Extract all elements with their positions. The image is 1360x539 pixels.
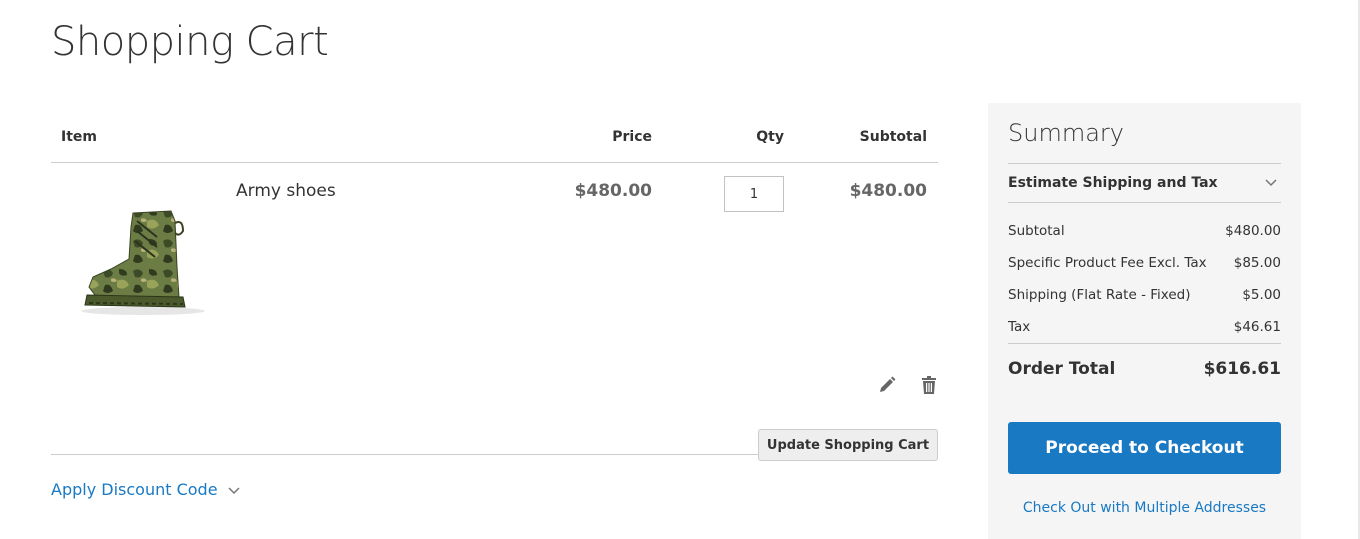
product-name[interactable]: Army shoes <box>236 181 336 201</box>
apply-discount-toggle[interactable]: Apply Discount Code <box>51 480 240 499</box>
qty-input[interactable] <box>724 176 784 212</box>
totals-value: $85.00 <box>1233 255 1281 271</box>
apply-discount-label: Apply Discount Code <box>51 480 218 499</box>
column-header-price: Price <box>612 129 652 145</box>
column-header-subtotal: Subtotal <box>859 129 927 145</box>
summary-divider <box>1008 202 1281 203</box>
order-total: Order Total $616.61 <box>1008 359 1281 379</box>
update-cart-button[interactable]: Update Shopping Cart <box>758 429 938 461</box>
order-total-value: $616.61 <box>1203 359 1281 379</box>
totals-label: Subtotal <box>1008 223 1065 239</box>
summary-title: Summary <box>1008 119 1124 147</box>
totals-label: Tax <box>1008 319 1031 335</box>
column-header-qty: Qty <box>756 129 784 145</box>
summary-divider <box>1008 343 1281 344</box>
totals-row-subtotal: Subtotal $480.00 <box>1008 223 1281 239</box>
army-boot-image[interactable] <box>71 207 216 323</box>
trash-icon[interactable] <box>919 375 939 395</box>
proceed-to-checkout-button[interactable]: Proceed to Checkout <box>1008 422 1281 474</box>
estimate-shipping-toggle[interactable]: Estimate Shipping and Tax <box>1008 164 1281 202</box>
totals-label: Shipping (Flat Rate - Fixed) <box>1008 287 1191 303</box>
pencil-icon[interactable] <box>877 375 897 395</box>
totals-value: $480.00 <box>1225 223 1281 239</box>
totals-value: $5.00 <box>1242 287 1281 303</box>
item-subtotal: $480.00 <box>849 181 927 201</box>
order-summary: Summary Estimate Shipping and Tax Subtot… <box>988 103 1301 539</box>
totals-row-fee: Specific Product Fee Excl. Tax $85.00 <box>1008 255 1281 271</box>
page-title: Shopping Cart <box>51 19 329 65</box>
order-total-label: Order Total <box>1008 359 1116 379</box>
cart-item-row: Army shoes $480.00 $480.00 <box>51 163 939 455</box>
column-header-item: Item <box>61 129 97 145</box>
chevron-down-icon <box>228 487 240 495</box>
totals-label: Specific Product Fee Excl. Tax <box>1008 255 1207 271</box>
chevron-down-icon <box>1265 179 1277 187</box>
item-price: $480.00 <box>574 181 652 201</box>
multiple-addresses-link[interactable]: Check Out with Multiple Addresses <box>1008 500 1281 516</box>
estimate-shipping-label: Estimate Shipping and Tax <box>1008 175 1218 191</box>
totals-value: $46.61 <box>1233 319 1281 335</box>
totals-row-shipping: Shipping (Flat Rate - Fixed) $5.00 <box>1008 287 1281 303</box>
totals-row-tax: Tax $46.61 <box>1008 319 1281 335</box>
